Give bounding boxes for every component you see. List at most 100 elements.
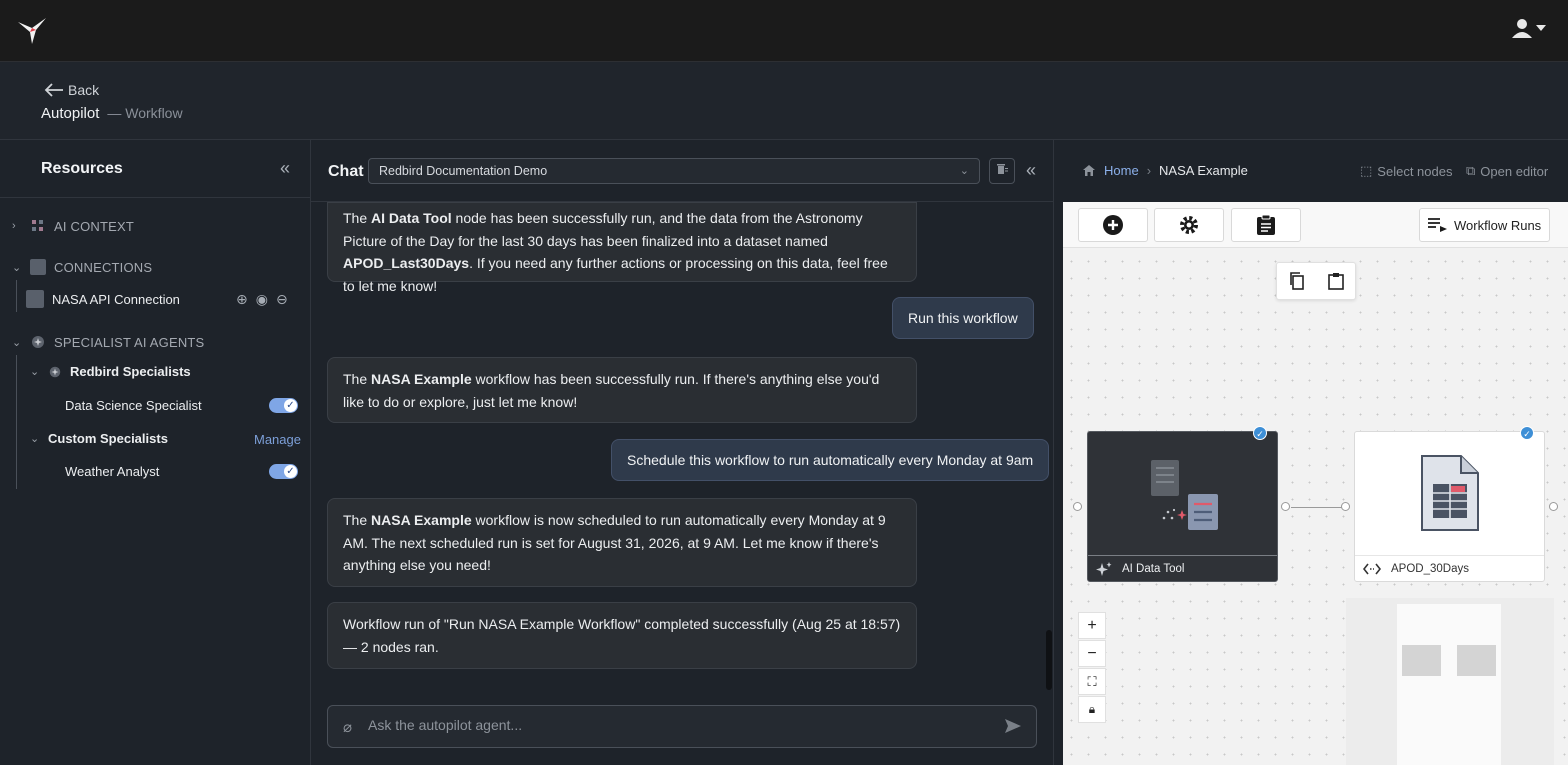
eye-icon[interactable]: ◉ [256,291,268,308]
trash-icon [997,164,1008,174]
collapse-chat-icon[interactable]: « [1026,160,1036,181]
group-label: Custom Specialists [48,431,168,446]
gear-icon [1180,216,1198,234]
back-button[interactable]: Back [44,82,99,98]
home-icon[interactable] [1082,164,1096,177]
message-text: Schedule this workflow to run automatica… [627,452,1034,468]
manage-link[interactable]: Manage [254,432,301,447]
resources-title: Resources [41,160,123,177]
workflow-runs-button[interactable]: Workflow Runs [1419,208,1550,242]
chat-input[interactable] [368,717,988,733]
node-apod-30days[interactable]: ✓ APOD_30Days [1354,426,1545,582]
remove-circle-icon[interactable]: ⊖ [276,291,288,308]
user-icon [1512,19,1532,38]
playlist-play-icon [1428,218,1447,232]
connection-label: NASA API Connection [52,291,180,307]
caret-down-icon [1536,25,1546,31]
add-circle-icon[interactable]: ⊕ [236,291,248,308]
page-header: Back Autopilot — Workflow [0,62,1568,140]
resources-panel: Resources « › AI CONTEXT ⌄ CONNECTIONS N… [0,140,311,765]
specialist-weather-analyst[interactable]: Weather Analyst [65,464,159,479]
workflow-header: Home › NASA Example ⬚ Select nodes ⧉ Open … [1054,140,1568,202]
paste-icon[interactable] [1327,272,1344,290]
section-ai-context[interactable]: › AI CONTEXT [12,218,134,234]
external-link-icon: ⧉ [1466,163,1476,178]
copy-icon[interactable] [1289,272,1305,290]
connection-item-nasa[interactable]: NASA API Connection [26,290,180,308]
workflow-runs-label: Workflow Runs [1454,217,1542,233]
plus-icon: + [1087,616,1097,634]
specialist-data-science[interactable]: Data Science Specialist [65,398,202,413]
user-menu[interactable] [1512,18,1546,38]
weather-toggle[interactable]: ✓ [269,464,298,479]
send-icon[interactable] [1004,717,1022,735]
section-label: CONNECTIONS [54,259,153,275]
section-connections[interactable]: ⌄ CONNECTIONS [12,259,152,275]
input-port[interactable] [1073,502,1082,511]
sparkle-agent-icon [49,366,61,377]
open-editor-label: Open editor [1480,163,1549,179]
page-title-text: Autopilot [41,105,100,122]
lock-button[interactable]: 🔒︎ [1078,696,1106,723]
arrow-left-icon [44,83,63,97]
group-redbird-specialists[interactable]: ⌄ Redbird Specialists [30,364,191,379]
zoom-out-button[interactable]: − [1078,640,1106,667]
collapse-panel-icon[interactable]: « [280,158,290,179]
message-text: Run this workflow [908,310,1018,326]
output-port[interactable] [1549,502,1558,511]
zoom-controls: + − ⛶ 🔒︎ [1078,612,1106,723]
assistant-message: The AI Data Tool node has been successfu… [327,202,917,294]
workflow-panel: Home › NASA Example ⬚ Select nodes ⧉ Open … [1054,140,1568,765]
message-text: The [343,210,372,226]
message-bold-text: APOD_Last30Days [343,255,470,271]
minimap[interactable] [1346,598,1554,765]
resources-header: Resources « [0,140,310,198]
open-editor-button[interactable]: ⧉ Open editor [1466,163,1548,179]
chat-select[interactable]: Redbird Documentation Demo ⌄ [368,158,980,184]
node-edge [1291,507,1346,508]
minimap-node [1402,645,1441,676]
connection-actions: ⊕ ◉ ⊖ [236,291,288,308]
chevron-down-icon: ⌄ [959,165,969,177]
sparkle-agent-icon [32,336,44,348]
chevron-right-icon: › [1146,163,1152,178]
node-footer: APOD_30Days [1355,555,1544,581]
select-nodes-button[interactable]: ⬚ Select nodes [1360,163,1452,179]
top-bar [0,0,1568,62]
clipboard-list-icon [1257,214,1275,235]
clipboard-button[interactable] [1231,208,1301,242]
section-label: SPECIALIST AI AGENTS [54,334,205,350]
chat-scrollbar[interactable] [1046,630,1052,690]
zoom-in-button[interactable]: + [1078,612,1106,639]
delete-chat-button[interactable] [989,158,1015,184]
workflow-canvas[interactable]: Workflow Runs ✓ AI Data Tool ✓ APOD_30Da… [1063,202,1568,765]
specialist-label: Weather Analyst [65,464,160,479]
breadcrumb-current: NASA Example [1159,163,1248,178]
sparkles-icon [1096,561,1112,576]
minimap-viewport [1397,604,1501,765]
select-icon: ⬚ [1360,163,1373,178]
input-port[interactable] [1341,502,1350,511]
settings-button[interactable] [1154,208,1224,242]
message-bold-text: NASA Example [371,371,472,387]
hummingbird-logo[interactable] [14,14,50,46]
group-custom-specialists[interactable]: ⌄ Custom Specialists [30,431,168,446]
chat-input-bar: ⌀ [327,705,1037,748]
lock-icon: 🔒︎ [1088,702,1096,716]
tree-guide [16,355,17,489]
fit-view-button[interactable]: ⛶ [1078,668,1106,695]
breadcrumb: Home › NASA Example [1082,163,1248,178]
chat-select-value: Redbird Documentation Demo [379,164,548,178]
paperclip-icon[interactable]: ⌀ [343,718,352,736]
output-port[interactable] [1281,502,1290,511]
node-ai-data-tool[interactable]: ✓ AI Data Tool [1087,426,1278,582]
page-title: Autopilot — Workflow [41,105,183,122]
chat-title: Chat [328,163,364,180]
data-science-toggle[interactable]: ✓ [269,398,298,413]
check-icon: ✓ [284,399,297,412]
section-specialists[interactable]: ⌄ SPECIALIST AI AGENTS [12,334,204,350]
add-node-button[interactable] [1078,208,1148,242]
ai-context-icon [32,220,43,231]
breadcrumb-home[interactable]: Home [1104,163,1139,178]
connections-icon [30,259,46,275]
